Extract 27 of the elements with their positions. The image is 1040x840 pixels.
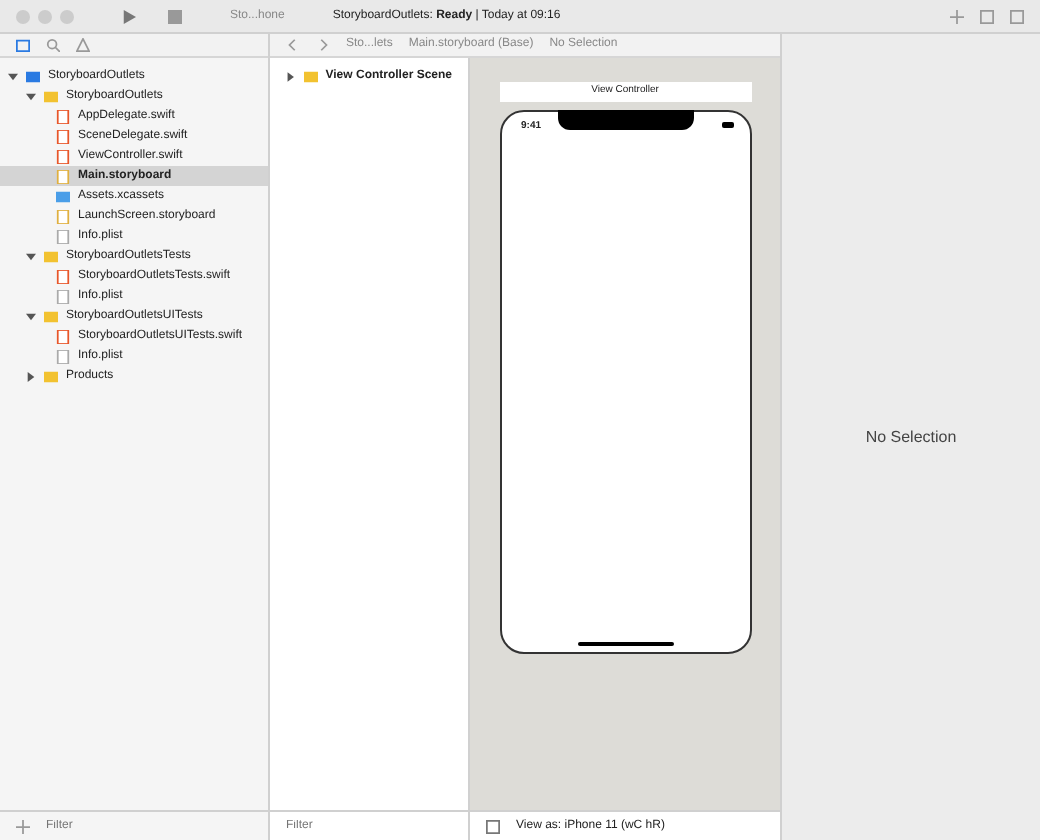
run-icon[interactable] [122, 9, 136, 23]
no-selection-label: No Selection [865, 425, 957, 449]
phone-notch [557, 109, 693, 129]
stop-icon[interactable] [168, 9, 182, 23]
file-icon [56, 229, 70, 243]
disclosure-collapsed-icon[interactable] [26, 371, 36, 381]
plus-icon[interactable] [16, 819, 30, 833]
close-button[interactable] [16, 9, 30, 23]
disclosure-expanded-icon[interactable] [26, 91, 36, 101]
minimize-button[interactable] [38, 9, 52, 23]
project-icon [26, 69, 40, 83]
sidebar-toggle-icon[interactable] [486, 819, 500, 833]
storyboard-icon [56, 209, 70, 223]
disclosure-collapsed-icon[interactable] [286, 71, 296, 81]
warning-icon[interactable] [76, 38, 90, 52]
plus-icon[interactable] [950, 9, 964, 23]
disclosure-expanded-icon[interactable] [26, 311, 36, 321]
storyboard-icon [56, 169, 70, 183]
back-icon[interactable] [286, 38, 300, 52]
disclosure-expanded-icon[interactable] [8, 71, 18, 81]
zoom-button[interactable] [60, 9, 74, 23]
battery-icon [721, 121, 733, 127]
forward-icon[interactable] [316, 38, 330, 52]
assets-icon [56, 189, 70, 203]
disclosure-expanded-icon[interactable] [26, 251, 36, 261]
home-indicator [577, 641, 673, 645]
search-icon[interactable] [46, 38, 60, 52]
